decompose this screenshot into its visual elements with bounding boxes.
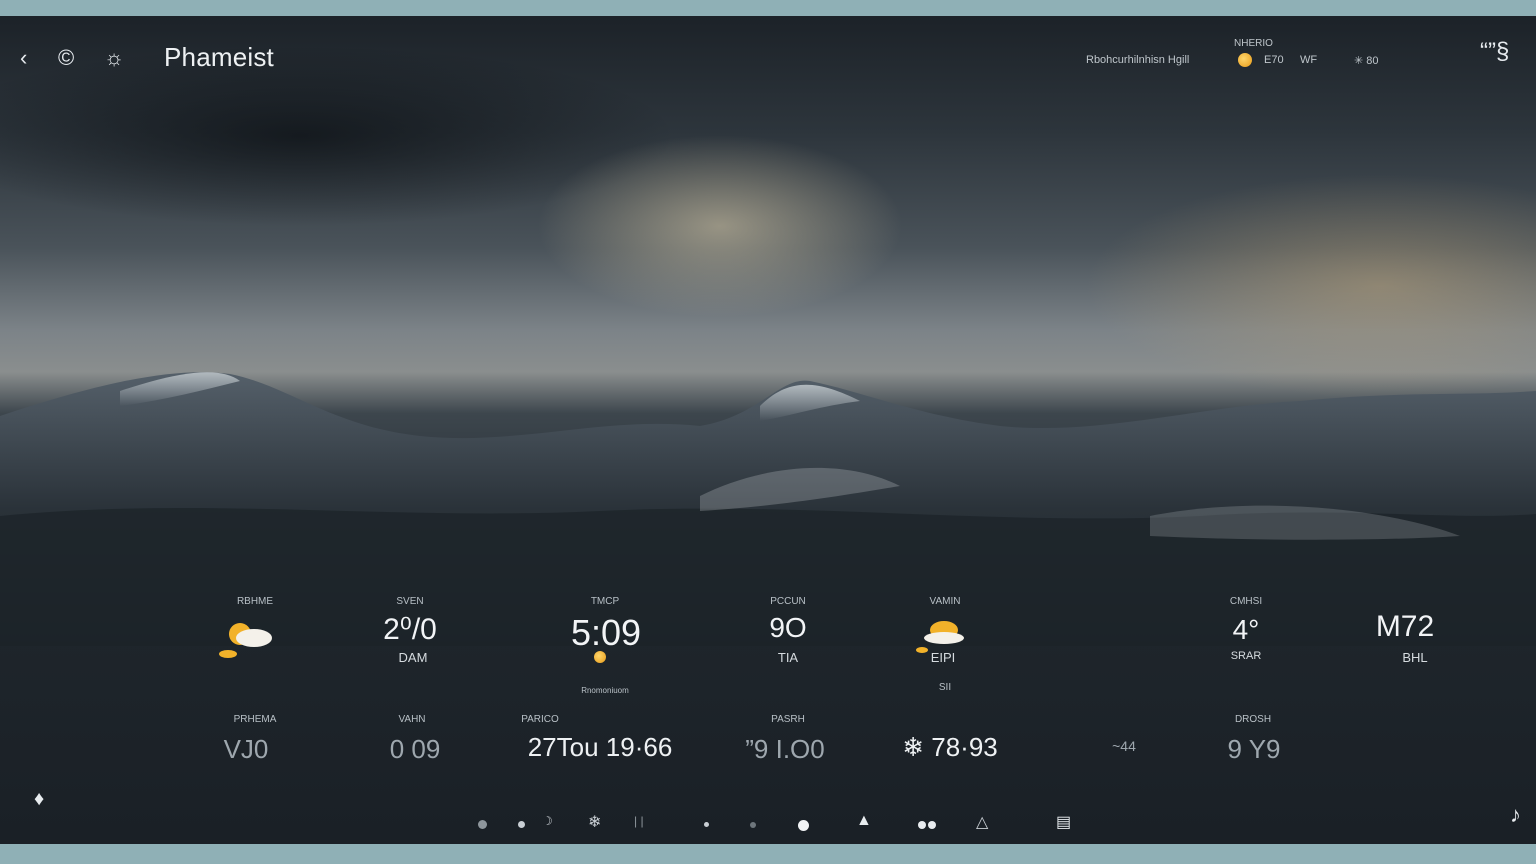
forecast-value-3[interactable]: 5:09	[546, 612, 666, 654]
nav-dot-3[interactable]	[704, 822, 709, 827]
forecast-value-7: M72	[1375, 610, 1435, 643]
row2-value-1: VJ0	[223, 734, 269, 764]
forecast-label-3: TMCP	[590, 596, 620, 607]
row2-value-4: ”9 I.O0	[745, 734, 825, 764]
forecast-label-6: CMHSI	[1229, 596, 1263, 607]
dash-icon[interactable]: | |	[634, 814, 644, 828]
triangle-icon[interactable]: △	[976, 812, 988, 832]
forecast-label-2: SVEN	[396, 596, 424, 607]
forecast-value-2: 2⁰/0	[383, 613, 437, 646]
nav-dot-4[interactable]	[750, 822, 756, 828]
weather-app-window: ‹ © ☼ Phameist Rbohcurhilnhisn Hgill NHE…	[0, 16, 1536, 844]
small-sun-icon	[594, 650, 606, 668]
nav-dot-1[interactable]	[478, 820, 487, 829]
nav-dot-2[interactable]	[518, 821, 525, 828]
forecast-sub-7: BHL	[1402, 650, 1428, 665]
row2-value-3[interactable]: 27Tou 19·66	[510, 732, 690, 763]
current-label: NHERIO	[1234, 38, 1273, 49]
row2-value-6: ~44	[1112, 738, 1136, 754]
location-text[interactable]: Rbohcurhilnhisn Hgill	[1086, 54, 1189, 66]
current-unit: WF	[1300, 54, 1318, 66]
small-note: Rnomoniuom	[581, 686, 629, 695]
back-arrow-icon[interactable]: ‹	[20, 44, 27, 72]
forecast-value-4: 9O	[769, 612, 807, 643]
row2-value-5: ❄ 78·93	[902, 732, 998, 762]
current-temp: E70	[1264, 54, 1284, 66]
forecast-sub-5: EIPI	[930, 650, 956, 665]
wind-icon[interactable]: ❄	[588, 812, 601, 832]
drop-lock-icon[interactable]: ♦	[34, 788, 44, 811]
forecast-sub-6: SRAR	[1230, 650, 1262, 662]
forecast-label-5: VAMIN	[929, 596, 961, 607]
row2-label-3: PARICO	[521, 714, 559, 725]
forecast-sub-2: DAM	[398, 650, 428, 665]
forecast-value-6: 4°	[1232, 614, 1260, 645]
forecast-label-1: RBHME	[236, 596, 274, 607]
current-weather-sun-icon	[1238, 53, 1252, 72]
mid-note: SII	[938, 682, 952, 693]
sun-settings-icon[interactable]: ☼	[104, 44, 124, 72]
forecast-label-4: PCCUN	[770, 596, 806, 607]
moon-icon[interactable]: ☽	[542, 814, 553, 828]
row2-value-7: 9 Y9	[1227, 734, 1281, 764]
wind-readout: ✳ 80	[1354, 55, 1379, 67]
row2-label-2: VAHN	[398, 714, 426, 725]
refresh-icon[interactable]: ©	[58, 44, 74, 72]
forecast-sub-4: TIA	[777, 650, 799, 665]
nav-dot-active[interactable]	[798, 820, 809, 831]
row2-label-7: DROSH	[1234, 714, 1272, 725]
row2-label-4: PASRH	[771, 714, 805, 725]
settings-glyph-icon[interactable]: “”§	[1480, 38, 1509, 66]
row2-value-2: 0 09	[389, 734, 441, 764]
row2-label-1: PRHEMA	[233, 714, 277, 725]
double-dot-a[interactable]	[918, 821, 926, 829]
flame-icon[interactable]: ▲	[856, 812, 872, 830]
partly-cloudy-sun-icon	[219, 623, 272, 658]
bottom-nav: ☽ ❄ | | ▲ △ ▤	[0, 812, 1536, 836]
double-dot-b[interactable]	[928, 821, 936, 829]
chart-icon[interactable]: ▤	[1056, 812, 1071, 832]
app-title: Phameist	[164, 42, 274, 72]
